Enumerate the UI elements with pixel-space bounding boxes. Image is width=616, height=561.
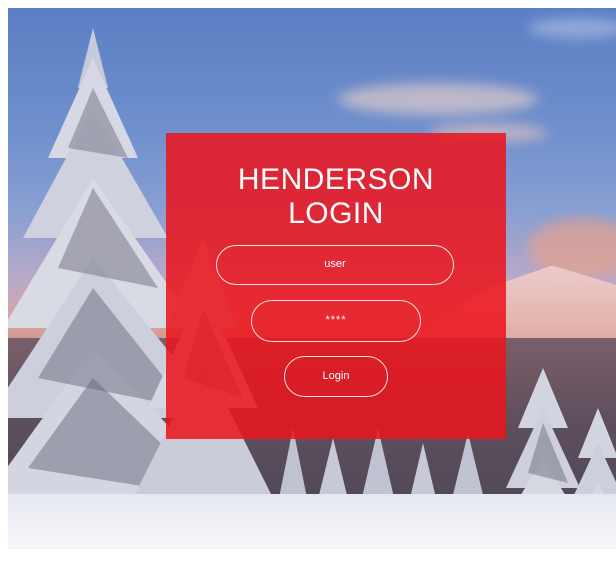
- cloud: [528, 218, 616, 278]
- cloud: [528, 18, 616, 38]
- username-input[interactable]: user: [216, 245, 454, 285]
- password-input[interactable]: ****: [251, 300, 421, 342]
- title-line-henderson: HENDERSON: [237, 163, 435, 196]
- snow-ground: [8, 494, 616, 549]
- login-title: HENDERSON LOGIN: [166, 163, 506, 231]
- login-button[interactable]: Login: [284, 356, 388, 397]
- login-panel: HENDERSON LOGIN user **** Login: [166, 133, 506, 439]
- title-line-login: LOGIN: [288, 197, 384, 230]
- cloud: [338, 83, 538, 115]
- login-screen: HENDERSON LOGIN user **** Login: [8, 8, 616, 549]
